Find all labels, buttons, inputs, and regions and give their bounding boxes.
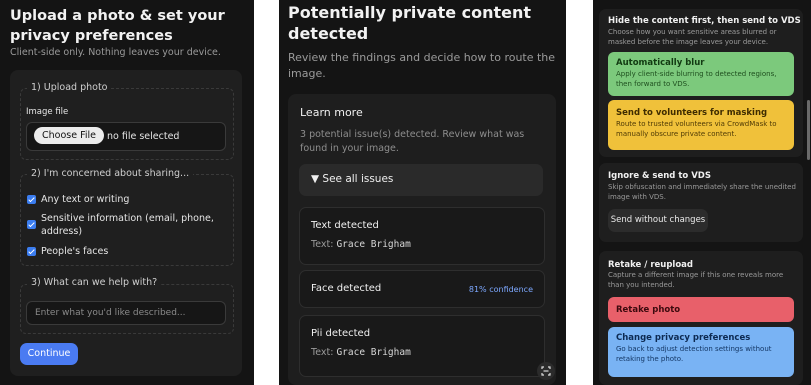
concerns-legend: 2) I'm concerned about sharing...	[27, 168, 194, 179]
upload-panel: Upload a photo & set your privacy prefer…	[0, 0, 254, 385]
checkbox-label-text: Any text or writing	[41, 194, 130, 205]
sensitive-info-checkbox[interactable]	[27, 220, 36, 229]
change-preferences-title: Change privacy preferences	[616, 333, 751, 343]
hide-content-section: Hide the content first, then send to VDS…	[599, 9, 803, 157]
issue-card: Pii detected Text: Grace Brigham	[299, 315, 545, 377]
volunteers-description: Route to trusted volunteers via CrowdMas…	[616, 120, 777, 138]
faces-checkbox[interactable]	[27, 247, 36, 256]
checkbox-label-faces: People's faces	[41, 246, 109, 257]
detection-panel: Potentially private content detected Rev…	[279, 0, 566, 385]
volunteers-title: Send to volunteers for masking	[616, 108, 768, 118]
auto-blur-description: Apply client-side blurring to detected r…	[616, 70, 777, 88]
issue-detail: Text: Grace Brigham	[311, 347, 411, 358]
upload-legend: 1) Upload photo	[27, 82, 112, 93]
change-preferences-option[interactable]: Change privacy preferences Go back to ad…	[608, 327, 794, 377]
retake-photo-button[interactable]: Retake photo	[608, 297, 794, 322]
continue-button[interactable]: Continue	[20, 343, 78, 365]
ignore-section: Ignore & send to VDS Skip obfuscation an…	[599, 163, 803, 242]
change-preferences-description: Go back to adjust detection settings wit…	[616, 345, 772, 363]
help-legend: 3) What can we help with?	[27, 277, 162, 288]
scrollbar[interactable]	[807, 100, 810, 160]
issue-title: Text detected	[311, 220, 379, 231]
issue-detail: Text: Grace Brigham	[311, 239, 411, 250]
retake-heading: Retake / reupload	[608, 260, 693, 270]
issue-title: Face detected	[311, 283, 382, 294]
retake-photo-label: Retake photo	[616, 305, 681, 315]
confidence-badge: 81% confidence	[468, 285, 533, 294]
auto-blur-title: Automatically blur	[616, 58, 705, 68]
hide-content-heading: Hide the content first, then send to VDS	[608, 16, 801, 26]
choose-file-button[interactable]: Choose File	[34, 127, 104, 144]
learn-more-heading: Learn more	[300, 106, 363, 119]
text-checkbox[interactable]	[27, 195, 36, 204]
retake-section: Retake / reupload Capture a different im…	[599, 251, 803, 385]
retake-description: Capture a different image if this one re…	[608, 271, 784, 289]
detection-title: Potentially private content detected	[288, 3, 532, 43]
see-all-issues-toggle[interactable]: ▼ See all issues	[299, 164, 543, 196]
image-file-label: Image file	[26, 107, 69, 117]
findings-card: Learn more 3 potential issue(s) detected…	[288, 94, 556, 385]
file-status: no file selected	[107, 131, 180, 142]
issue-card: Face detected 81% confidence	[299, 270, 545, 308]
ignore-description: Skip obfuscation and immediately share t…	[608, 183, 796, 201]
ignore-heading: Ignore & send to VDS	[608, 171, 711, 181]
detection-subtitle: Review the findings and decide how to ro…	[288, 51, 556, 80]
volunteers-masking-option[interactable]: Send to volunteers for masking Route to …	[608, 100, 794, 150]
help-input[interactable]: Enter what you'd like described...	[26, 301, 226, 325]
issue-summary: 3 potential issue(s) detected. Review wh…	[300, 129, 525, 154]
scan-icon[interactable]	[537, 362, 555, 380]
page-title: Upload a photo & set your privacy prefer…	[10, 8, 225, 44]
hide-content-description: Choose how you want sensitive areas blur…	[608, 28, 777, 46]
send-without-changes-button[interactable]: Send without changes	[608, 209, 708, 232]
preferences-form: 1) Upload photo Image file Choose File n…	[10, 70, 242, 376]
issue-card: Text detected Text: Grace Brigham	[299, 207, 545, 265]
issue-title: Pii detected	[311, 328, 371, 339]
checkbox-label-sensitive: Sensitive information (email, phone, add…	[41, 213, 214, 237]
routing-panel: Hide the content first, then send to VDS…	[593, 0, 811, 385]
page-subtitle: Client-side only. Nothing leaves your de…	[10, 47, 221, 58]
see-all-label: ▼ See all issues	[311, 173, 394, 185]
automatically-blur-option[interactable]: Automatically blur Apply client-side blu…	[608, 52, 794, 96]
